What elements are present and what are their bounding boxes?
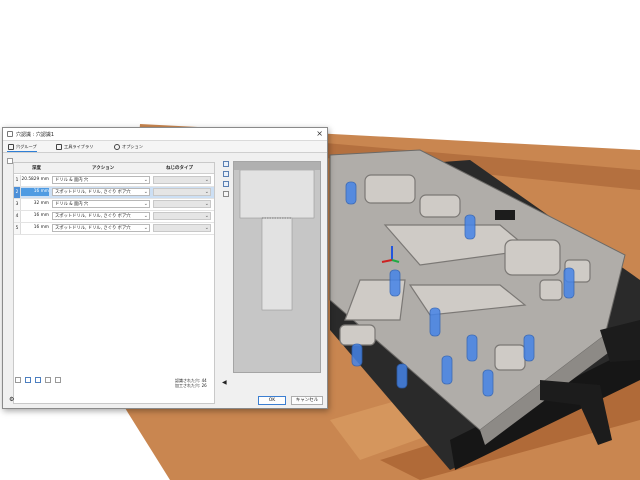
tab-tool-library[interactable]: 工具ライブラリ xyxy=(55,143,93,151)
processed-count: 加工された穴: 26 xyxy=(175,383,207,388)
hole-group-icon xyxy=(8,144,14,150)
action-value: スポットドリル, ドリル, さぐり ボア穴 xyxy=(55,214,131,219)
table-row[interactable]: 3 32 mm ドリル & 面内 穴 ⌄ ⌄ xyxy=(14,199,214,211)
chevron-down-icon: ⌄ xyxy=(204,189,209,195)
thread-select: ⌄ xyxy=(153,188,211,196)
chevron-down-icon: ⌄ xyxy=(204,213,209,219)
tab-label: 工具ライブラリ xyxy=(64,144,94,149)
tool-library-icon xyxy=(56,144,62,150)
action-value: ドリル & 面内 穴 xyxy=(55,202,89,207)
table-row[interactable]: 2 16 mm スポットドリル, ドリル, さぐり ボア穴 ⌄ ⌄ xyxy=(14,187,214,199)
preview-toolbar xyxy=(223,161,231,201)
action-value: ドリル & 面内 穴 xyxy=(55,178,89,183)
col-depth[interactable]: 深度 xyxy=(32,165,41,171)
ok-button[interactable]: OK xyxy=(258,396,286,405)
action-select[interactable]: スポットドリル, ドリル, さぐり ボア穴 ⌄ xyxy=(52,224,150,232)
action-value: スポットドリル, ドリル, さぐり ボア穴 xyxy=(55,190,131,195)
hole-group-table: 深度 アクション ねじのタイプ 1 20.5829 mm ドリル & 面内 穴 ⌄… xyxy=(13,162,215,404)
dialog-title: 穴認識 : 穴認識1 xyxy=(16,132,55,138)
hole-counts: 認識された穴: 44 加工された穴: 26 xyxy=(175,378,207,388)
thread-select: ⌄ xyxy=(153,200,211,208)
row-depth: 32 mm xyxy=(33,201,49,206)
action-select[interactable]: スポットドリル, ドリル, さぐり ボア穴 ⌄ xyxy=(52,188,150,196)
action-value: スポットドリル, ドリル, さぐり ボア穴 xyxy=(55,226,131,231)
hole-profile-preview xyxy=(233,161,321,373)
hole-recognition-dialog: 穴認識 : 穴認識1 × 穴グループ 工具ライブラリ オプション 深度 アクショ… xyxy=(2,127,328,409)
action-select[interactable]: ドリル & 面内 穴 ⌄ xyxy=(52,176,150,184)
tab-hole-groups[interactable]: 穴グループ xyxy=(7,143,37,152)
table-row[interactable]: 4 16 mm スポットドリル, ドリル, さぐり ボア穴 ⌄ ⌄ xyxy=(14,211,214,223)
chevron-down-icon: ⌄ xyxy=(204,201,209,207)
dialog-tabs: 穴グループ 工具ライブラリ オプション xyxy=(3,141,327,153)
tab-options[interactable]: オプション xyxy=(113,143,143,151)
merge-icon[interactable] xyxy=(45,377,51,383)
tab-label: 穴グループ xyxy=(16,144,37,149)
col-thread-type[interactable]: ねじのタイプ xyxy=(166,165,193,171)
chevron-down-icon: ⌄ xyxy=(204,177,209,183)
list-view-icon[interactable] xyxy=(223,161,229,167)
chevron-down-icon: ⌄ xyxy=(143,177,148,183)
row-index: 4 xyxy=(14,211,21,222)
table-row[interactable]: 5 16 mm スポットドリル, ドリル, さぐり ボア穴 ⌄ ⌄ xyxy=(14,223,214,235)
row-index: 1 xyxy=(14,175,21,186)
chevron-down-icon: ⌄ xyxy=(143,213,148,219)
row-index: 5 xyxy=(14,223,21,234)
close-icon[interactable]: × xyxy=(316,129,323,138)
col-action[interactable]: アクション xyxy=(92,165,114,171)
chevron-down-icon: ⌄ xyxy=(143,201,148,207)
row-depth: 16 mm xyxy=(33,213,49,218)
row-depth: 16 mm xyxy=(21,188,49,196)
collapse-preview-icon[interactable]: ◀ xyxy=(222,379,227,386)
thread-select: ⌄ xyxy=(153,176,211,184)
row-depth: 16 mm xyxy=(33,225,49,230)
chevron-down-icon: ⌄ xyxy=(143,189,148,195)
tool-view-icon[interactable] xyxy=(223,191,229,197)
move-up-icon[interactable] xyxy=(15,377,21,383)
dialog-app-icon xyxy=(7,131,13,137)
gear-icon xyxy=(114,144,120,150)
action-select[interactable]: ドリル & 面内 穴 ⌄ xyxy=(52,200,150,208)
action-select[interactable]: スポットドリル, ドリル, さぐり ボア穴 ⌄ xyxy=(52,212,150,220)
sort-icon[interactable] xyxy=(35,377,41,383)
tab-label: オプション xyxy=(122,144,143,149)
row-depth: 20.5829 mm xyxy=(21,177,49,182)
settings-icon[interactable]: ⚙ xyxy=(9,396,14,403)
table-row[interactable]: 1 20.5829 mm ドリル & 面内 穴 ⌄ ⌄ xyxy=(14,175,214,187)
split-icon[interactable] xyxy=(55,377,61,383)
cancel-button[interactable]: キャンセル xyxy=(291,396,323,405)
layer-view-icon[interactable] xyxy=(223,181,229,187)
row-index: 3 xyxy=(14,199,21,210)
row-index: 2 xyxy=(14,187,21,198)
table-header: 深度 アクション ねじのタイプ xyxy=(14,163,214,174)
detail-view-icon[interactable] xyxy=(223,171,229,177)
thread-select: ⌄ xyxy=(153,224,211,232)
chevron-down-icon: ⌄ xyxy=(143,225,148,231)
filter-icon[interactable] xyxy=(25,377,31,383)
dialog-titlebar[interactable]: 穴認識 : 穴認識1 × xyxy=(3,128,327,141)
thread-select: ⌄ xyxy=(153,212,211,220)
chevron-down-icon: ⌄ xyxy=(204,225,209,231)
